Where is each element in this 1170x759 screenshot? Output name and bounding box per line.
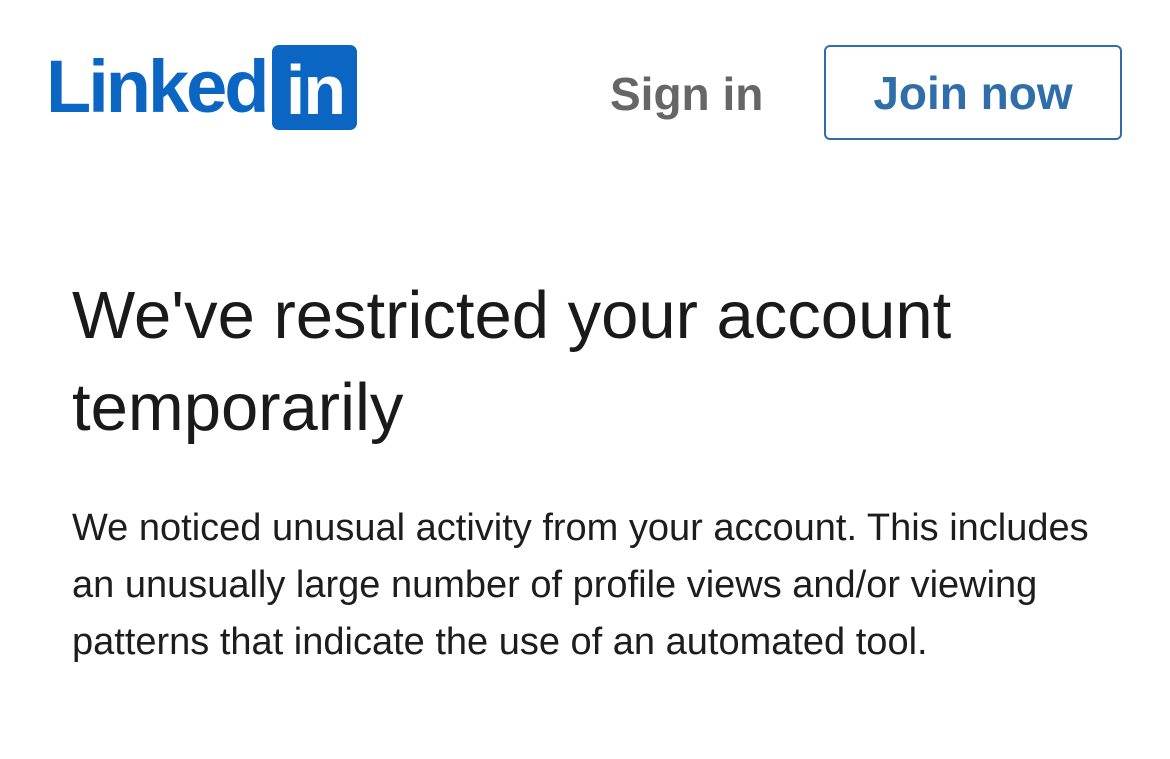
logo-wordmark: Linked	[46, 45, 269, 128]
logo-in-text: in	[285, 51, 346, 129]
page-title: We've restricted your account temporaril…	[72, 278, 952, 445]
restriction-message: We noticed unusual activity from your ac…	[72, 507, 1089, 663]
logo-in-icon: in	[272, 44, 358, 130]
sign-in-link[interactable]: Sign in	[610, 66, 763, 122]
join-now-button[interactable]: Join now	[824, 45, 1122, 140]
top-nav: Linked in Sign in Join now	[0, 0, 1170, 180]
linkedin-logo[interactable]: Linked in	[46, 44, 358, 130]
